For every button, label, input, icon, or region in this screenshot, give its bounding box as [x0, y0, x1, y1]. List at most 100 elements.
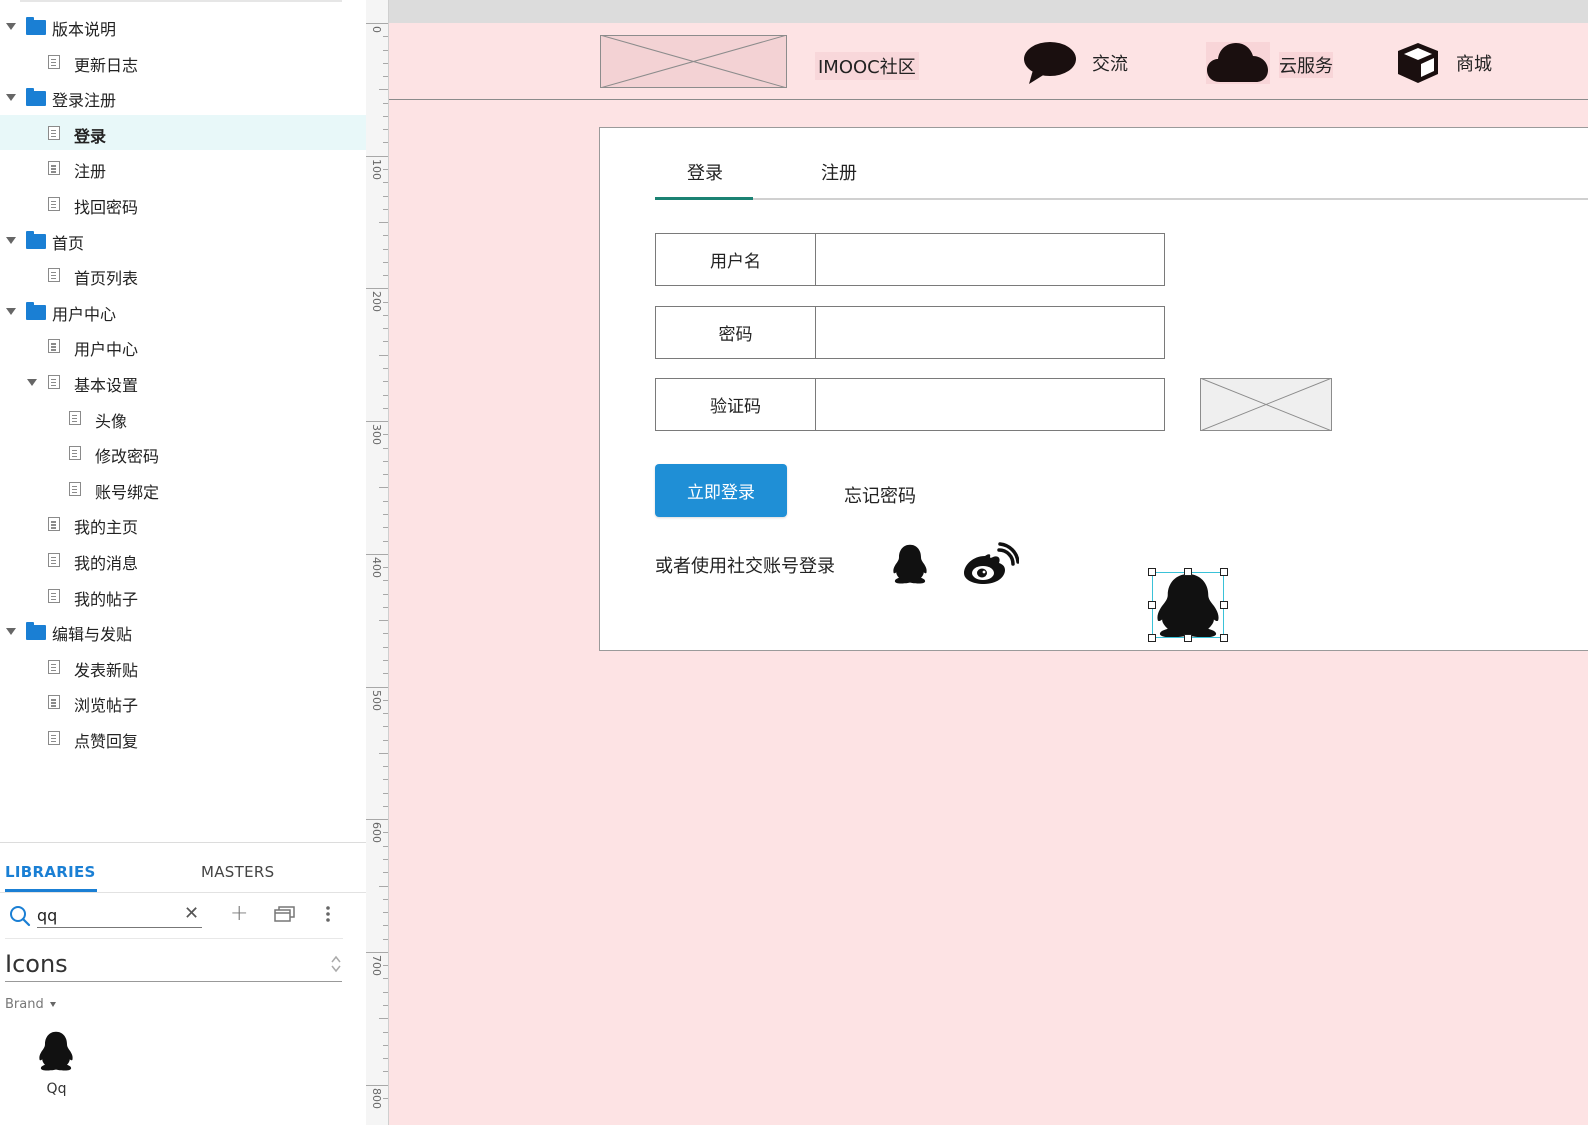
page-item[interactable]: 基本设置 — [0, 364, 366, 400]
library-group-brand[interactable]: Brand — [5, 997, 56, 1012]
ruler-tick — [383, 739, 388, 741]
tree-item-label: 基本设置 — [74, 375, 139, 395]
page-icon — [48, 125, 60, 140]
folder-item[interactable]: 编辑与发贴 — [0, 613, 366, 649]
page-icon — [48, 517, 60, 532]
add-library-icon[interactable]: + — [230, 901, 248, 926]
page-item[interactable]: 更新日志 — [0, 44, 366, 80]
resize-handle-nw[interactable] — [1148, 568, 1156, 576]
page-item[interactable]: 我的帖子 — [0, 578, 366, 614]
page-icon — [48, 339, 60, 354]
ruler-tick — [383, 965, 388, 967]
page-icon — [48, 374, 60, 389]
nav-item-cloud[interactable]: 云服务 — [1206, 40, 1366, 86]
page-item[interactable]: 找回密码 — [0, 186, 366, 222]
caret-down-icon[interactable] — [6, 23, 16, 30]
ruler-tick — [383, 407, 388, 409]
nav-item-chat[interactable]: 交流 — [1023, 40, 1143, 86]
folder-item[interactable]: 用户中心 — [0, 293, 366, 329]
vertical-ruler: 0 100 200 300 400 500 600 700 800 — [366, 0, 389, 1125]
ruler-tick — [383, 142, 388, 144]
captcha-image-placeholder[interactable] — [1200, 378, 1332, 431]
page-icon — [48, 659, 60, 674]
ruler-tick — [383, 726, 388, 728]
page-item[interactable]: 发表新贴 — [0, 649, 366, 685]
weibo-login-icon[interactable] — [963, 542, 1019, 586]
resize-handle-se[interactable] — [1220, 634, 1228, 642]
tab-register[interactable]: 注册 — [821, 159, 857, 185]
page-icon — [48, 730, 60, 745]
ruler-tick — [383, 1004, 388, 1006]
tree-item-label: 找回密码 — [74, 197, 139, 217]
nav-item-store[interactable]: 商城 — [1394, 40, 1514, 86]
username-input[interactable] — [815, 233, 1165, 286]
folder-item[interactable]: 首页 — [0, 222, 366, 258]
tab-libraries[interactable]: LIBRARIES — [5, 863, 96, 881]
ruler-tick — [383, 341, 388, 343]
page-item[interactable]: 头像 — [0, 400, 366, 436]
ruler-tick — [383, 235, 388, 237]
selected-qq-widget[interactable] — [1148, 568, 1228, 642]
page-item[interactable]: 登录 — [0, 114, 366, 151]
folder-item[interactable]: 版本说明 — [0, 8, 366, 44]
resize-handle-e[interactable] — [1220, 601, 1228, 609]
page-item[interactable]: 注册 — [0, 150, 366, 186]
folder-icon — [26, 622, 46, 641]
username-row: 用户名 — [655, 233, 1165, 286]
page-item[interactable]: 首页列表 — [0, 257, 366, 293]
page-item[interactable]: 浏览帖子 — [0, 684, 366, 720]
page-item[interactable]: 账号绑定 — [0, 471, 366, 507]
tree-item-label: 首页 — [52, 233, 85, 253]
page-item[interactable]: 我的消息 — [0, 542, 366, 578]
qq-penguin-icon[interactable] — [34, 1029, 78, 1073]
page-icon — [48, 161, 60, 176]
page-item[interactable]: 用户中心 — [0, 328, 366, 364]
caret-down-icon[interactable] — [6, 628, 16, 636]
caret-down-icon[interactable] — [6, 307, 16, 315]
design-canvas[interactable]: IMOOC社区 交流 云服务 商城 登录 注册 用户名 密码 验证码 立即登录 … — [389, 0, 1588, 1125]
library-search-input[interactable] — [37, 905, 177, 925]
ruler-tick — [379, 89, 388, 91]
ruler-tick — [383, 328, 388, 330]
resize-handle-s[interactable] — [1184, 634, 1192, 642]
resize-handle-ne[interactable] — [1220, 568, 1228, 576]
captcha-row: 验证码 — [655, 378, 1165, 431]
caret-down-icon[interactable] — [27, 378, 37, 386]
page-item[interactable]: 点赞回复 — [0, 720, 366, 756]
library-select[interactable]: Icons — [5, 948, 342, 982]
qq-login-icon[interactable] — [888, 542, 932, 586]
page-item[interactable]: 修改密码 — [0, 435, 366, 471]
logo-image-placeholder[interactable] — [600, 35, 787, 88]
folder-icon — [26, 230, 46, 249]
password-input[interactable] — [815, 306, 1165, 359]
forgot-password-link[interactable]: 忘记密码 — [844, 482, 916, 508]
ruler-tick — [383, 275, 388, 277]
tab-login[interactable]: 登录 — [687, 159, 723, 185]
ruler-tick — [383, 129, 388, 131]
clear-search-icon[interactable]: ✕ — [184, 903, 199, 924]
ruler-tick — [383, 248, 388, 250]
caret-down-icon[interactable] — [6, 236, 16, 244]
caret-down-icon — [49, 1002, 56, 1007]
login-submit-button[interactable]: 立即登录 — [655, 464, 787, 517]
more-options-icon[interactable] — [325, 906, 331, 922]
resize-handle-n[interactable] — [1184, 568, 1192, 576]
ruler-tick — [383, 62, 388, 64]
captcha-input[interactable] — [815, 378, 1165, 431]
open-library-window-icon[interactable] — [274, 906, 296, 922]
resize-handle-w[interactable] — [1148, 601, 1156, 609]
ruler-tick — [383, 633, 388, 635]
ruler-label: 400 — [370, 556, 383, 578]
page-icon — [48, 196, 60, 211]
page-item[interactable]: 我的主页 — [0, 506, 366, 542]
header-divider — [389, 99, 1588, 100]
ruler-tick — [383, 792, 388, 794]
tab-masters[interactable]: MASTERS — [201, 863, 274, 881]
caret-down-icon[interactable] — [6, 94, 16, 102]
tree-item-label: 浏览帖子 — [74, 696, 139, 716]
folder-item[interactable]: 登录注册 — [0, 79, 366, 115]
site-brand-name[interactable]: IMOOC社区 — [815, 52, 919, 80]
ruler-tick — [379, 1018, 388, 1020]
ruler-tick — [383, 898, 388, 900]
resize-handle-sw[interactable] — [1148, 634, 1156, 642]
